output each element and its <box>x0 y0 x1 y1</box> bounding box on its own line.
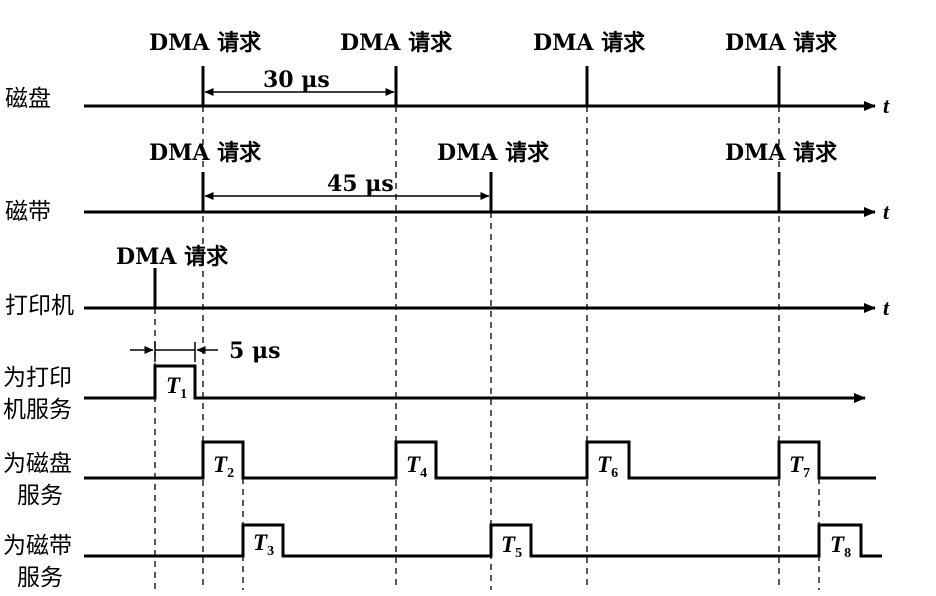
period-label-t1: T1 <box>166 373 187 402</box>
period-label-t5: T5 <box>501 532 522 561</box>
row-label-tape: 磁带 <box>5 199 51 225</box>
axis-label-t-tape: t <box>883 199 890 224</box>
request-label: DMA 请求 <box>116 244 228 270</box>
row-serve-tape: 为磁带 服务 T3 T5 T8 <box>3 523 882 591</box>
row-label-printer: 打印机 <box>5 293 74 319</box>
request-label: DMA 请求 <box>437 140 549 166</box>
dma-timing-diagram: 磁盘 t DMA 请求 DMA 请求 DMA 请求 DMA 请求 30 μs 磁… <box>3 30 890 591</box>
row-label-serve-tape-line2: 服务 <box>17 565 63 591</box>
service-waveform-disk <box>84 440 876 480</box>
row-serve-disk: 为磁盘 服务 T2 T4 T6 T7 <box>3 440 876 509</box>
row-printer: 打印机 t DMA 请求 <box>5 244 890 320</box>
row-label-serve-tape-line1: 为磁带 <box>3 533 72 559</box>
row-disk: 磁盘 t DMA 请求 DMA 请求 DMA 请求 DMA 请求 30 μs <box>5 30 890 118</box>
service-waveform-printer <box>84 364 866 403</box>
row-tape: 磁带 t DMA 请求 DMA 请求 DMA 请求 45 μs <box>5 140 890 225</box>
row-label-serve-printer-line2: 机服务 <box>3 397 72 423</box>
request-label: DMA 请求 <box>149 30 261 56</box>
interval-label-service: 5 μs <box>229 338 280 364</box>
axis-label-t-printer: t <box>883 295 890 320</box>
period-label-t8: T8 <box>830 532 851 561</box>
request-label: DMA 请求 <box>725 140 837 166</box>
service-waveform-tape <box>84 523 882 558</box>
period-label-t4: T4 <box>406 452 427 481</box>
interval-label-tape: 45 μs <box>327 171 394 197</box>
row-label-serve-printer-line1: 为打印 <box>3 365 72 391</box>
period-label-t2: T2 <box>213 452 234 481</box>
row-label-disk: 磁盘 <box>5 86 51 112</box>
row-label-serve-disk-line1: 为磁盘 <box>3 451 72 477</box>
axis-label-t-disk: t <box>883 93 890 118</box>
row-serve-printer: 为打印 机服务 5 μs T1 <box>3 338 866 423</box>
request-label: DMA 请求 <box>725 30 837 56</box>
interval-label-disk: 30 μs <box>263 67 330 93</box>
request-label: DMA 请求 <box>533 30 645 56</box>
request-label: DMA 请求 <box>149 140 261 166</box>
period-label-t3: T3 <box>253 530 274 559</box>
row-label-serve-disk-line2: 服务 <box>17 483 63 509</box>
period-label-t7: T7 <box>789 452 810 481</box>
request-label: DMA 请求 <box>340 30 452 56</box>
period-label-t6: T6 <box>597 452 618 481</box>
